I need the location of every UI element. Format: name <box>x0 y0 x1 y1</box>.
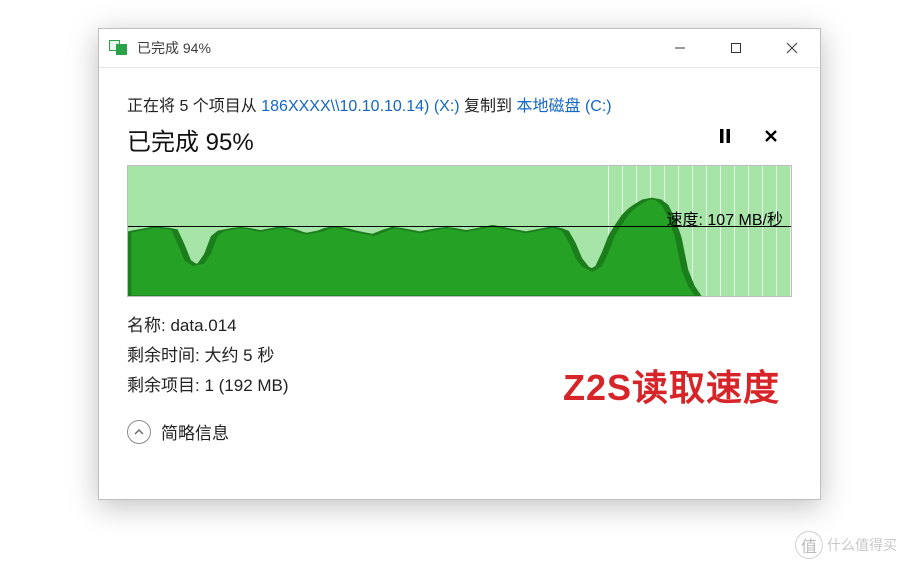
source-path[interactable]: 186XXXX\\10.10.10.14) (X:) <box>261 98 459 115</box>
time-remaining: 大约 5 秒 <box>204 346 274 365</box>
dest-path[interactable]: 本地磁盘 (C:) <box>517 98 612 115</box>
cancel-button[interactable] <box>762 127 780 145</box>
file-name: data.014 <box>170 316 236 335</box>
operation-description: 正在将 5 个项目从 186XXXX\\10.10.10.14) (X:) 复制… <box>127 92 792 116</box>
chevron-up-icon <box>127 420 151 444</box>
pause-button[interactable] <box>716 127 734 145</box>
op-mid: 复制到 <box>460 98 517 115</box>
speed-chart: 速度: 107 MB/秒 <box>127 165 792 297</box>
maximize-button[interactable] <box>708 29 764 67</box>
copy-dialog: 已完成 94% 正在将 5 个项目从 186XXXX\\10.10.10.14)… <box>98 28 821 500</box>
minimize-button[interactable] <box>652 29 708 67</box>
speed-label: 速度: 107 MB/秒 <box>667 206 783 230</box>
titlebar[interactable]: 已完成 94% <box>99 29 820 68</box>
annotation-text: Z2S读取速度 <box>563 359 780 411</box>
watermark-logo-icon: 值 <box>795 531 823 559</box>
meta-name: 名称: data.014 <box>127 311 792 341</box>
progress-text: 已完成 95% <box>127 122 792 157</box>
watermark: 值 什么值得买 <box>795 531 897 559</box>
items-remaining: 1 (192 MB) <box>204 376 288 395</box>
window-title: 已完成 94% <box>137 38 211 58</box>
fewer-details-toggle[interactable]: 简略信息 <box>127 419 792 444</box>
copy-icon <box>109 40 129 56</box>
op-prefix: 正在将 5 个项目从 <box>127 98 261 115</box>
close-button[interactable] <box>764 29 820 67</box>
